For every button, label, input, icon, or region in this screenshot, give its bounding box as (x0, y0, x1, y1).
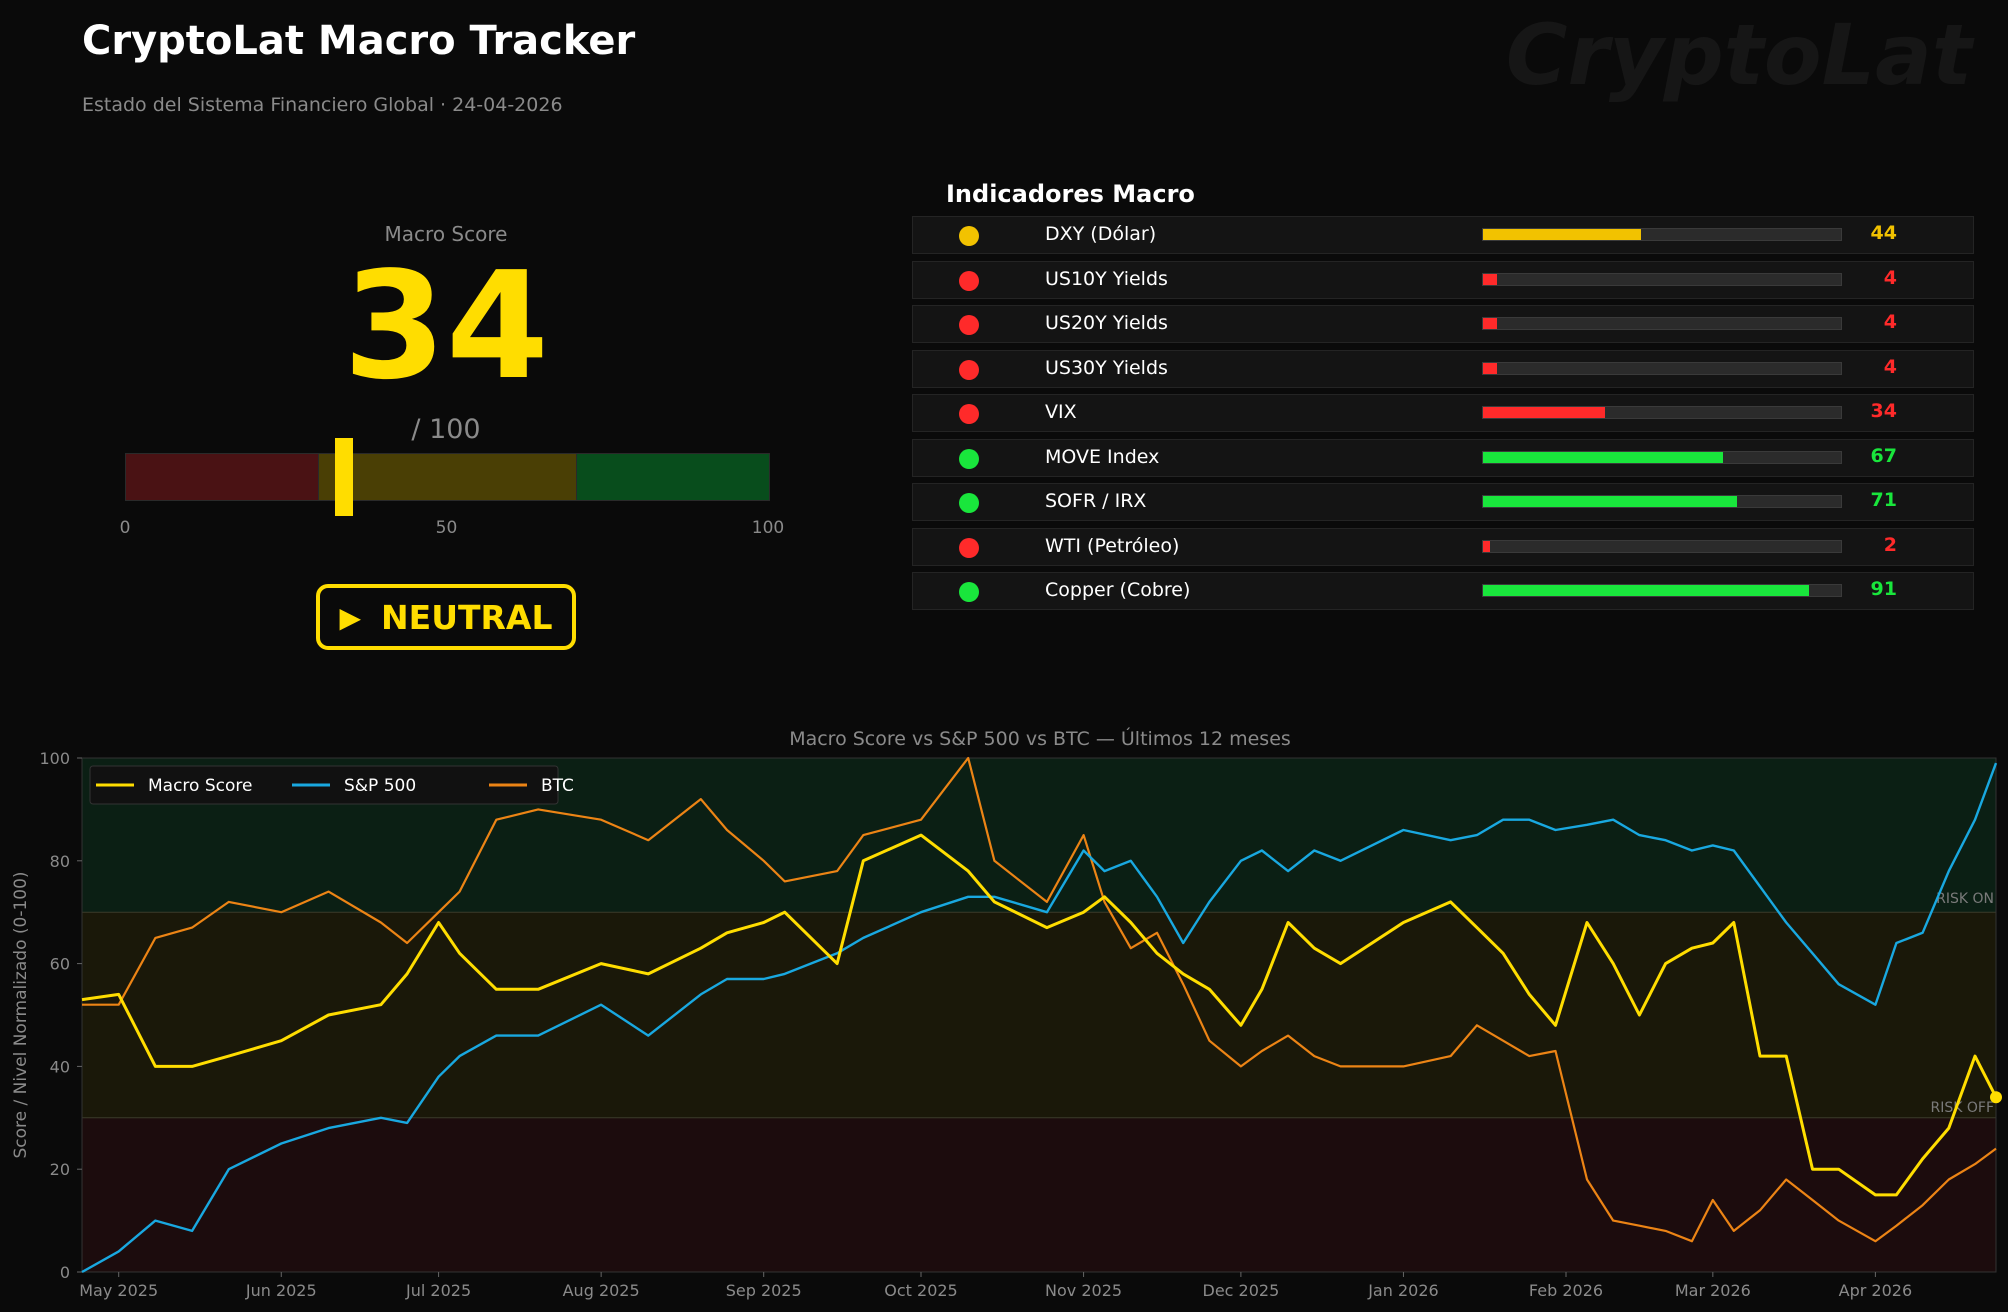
x-tick-label: Feb 2026 (1529, 1281, 1603, 1300)
x-tick-label: Apr 2026 (1839, 1281, 1912, 1300)
x-tick-label: Oct 2025 (884, 1281, 957, 1300)
y-axis-label: Score / Nivel Normalizado (0-100) (11, 871, 31, 1158)
legend-entry: Macro Score (148, 776, 252, 796)
x-tick-label: May 2025 (79, 1281, 158, 1300)
y-tick-label: 0 (60, 1263, 70, 1282)
x-tick-label: Aug 2025 (563, 1281, 640, 1300)
legend-entry: S&P 500 (344, 776, 416, 796)
y-tick-label: 20 (50, 1160, 70, 1179)
x-tick-label: Dec 2025 (1203, 1281, 1280, 1300)
macro-score-last-point (1990, 1091, 2002, 1104)
x-tick-label: Jul 2025 (405, 1281, 471, 1300)
legend-entry: BTC (541, 776, 574, 796)
zone-label-risk-off: RISK OFF (1931, 1100, 1995, 1116)
zone-label-risk-on: RISK ON (1936, 891, 1994, 907)
chart-zone (82, 1117, 1996, 1272)
x-tick-label: Jan 2026 (1367, 1281, 1438, 1300)
x-tick-label: Sep 2025 (726, 1281, 802, 1300)
y-tick-label: 100 (39, 749, 70, 768)
y-tick-label: 60 (50, 955, 70, 974)
history-line-chart: RISK ON RISK OFF 0 20 40 60 80 100 Score / Nivel… (11, 749, 2002, 1300)
x-tick-label: Mar 2026 (1675, 1281, 1751, 1300)
x-tick-label: Nov 2025 (1045, 1281, 1122, 1300)
x-tick-label: Jun 2025 (245, 1281, 317, 1300)
y-tick-label: 80 (50, 852, 70, 871)
y-tick-label: 40 (50, 1057, 70, 1076)
